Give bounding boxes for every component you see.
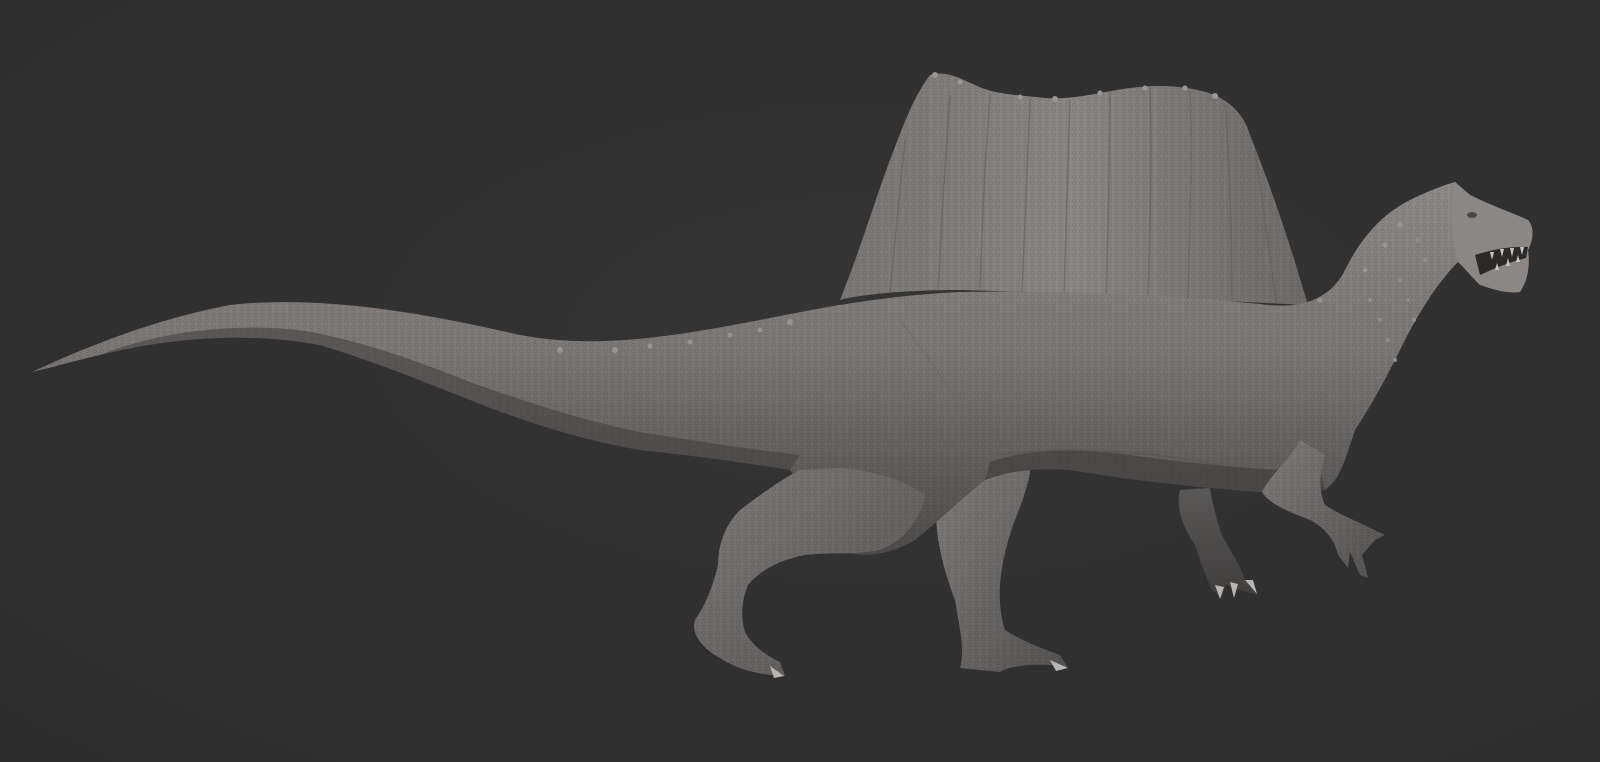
far-arm	[1178, 488, 1258, 598]
dinosaur-render	[32, 72, 1533, 678]
head	[1451, 182, 1533, 293]
render-viewport	[0, 0, 1600, 762]
dorsal-sail	[840, 72, 1308, 306]
